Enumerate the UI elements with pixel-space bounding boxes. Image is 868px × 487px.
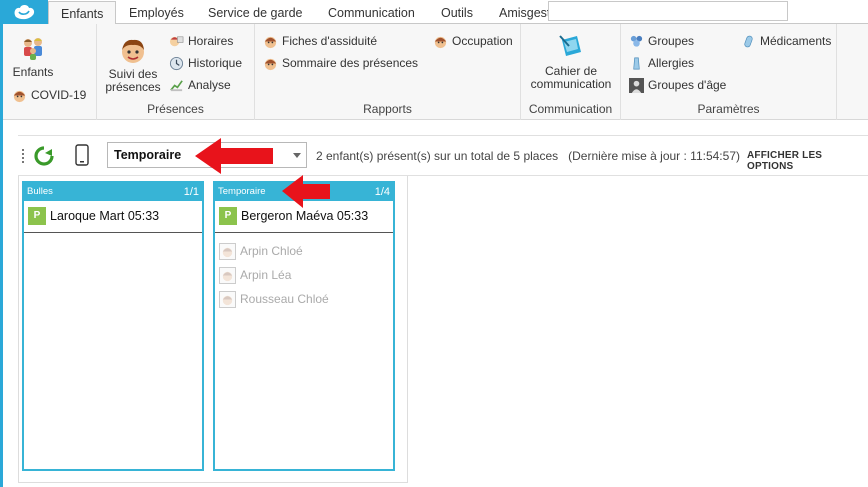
occupation-button[interactable]: Occupation xyxy=(433,32,513,50)
app-logo-tab[interactable] xyxy=(0,0,48,24)
tab-bar: Enfants Employés Service de garde Commun… xyxy=(0,0,868,25)
chevron-down-icon xyxy=(293,153,301,158)
groupes-age-label: Groupes d'âge xyxy=(648,78,727,92)
child-name: Laroque Mart 05:33 xyxy=(50,209,160,223)
sommaire-presences-button[interactable]: Sommaire des présences xyxy=(263,54,418,72)
child-name: Rousseau Chloé xyxy=(240,292,329,306)
ribbon-group-presences: Suivi des présences Horaires Historique … xyxy=(97,24,255,120)
annotation-arrow-left-icon xyxy=(195,138,273,174)
panel-count: 1/1 xyxy=(183,186,199,198)
present-child-row[interactable]: P Laroque Mart 05:33 xyxy=(24,205,202,227)
group-panel-bulles: Bulles 1/1 P Laroque Mart 05:33 xyxy=(22,181,204,471)
absent-child-row[interactable]: Arpin Léa xyxy=(215,263,393,287)
analyse-button[interactable]: Analyse xyxy=(169,76,231,94)
child-name: Arpin Léa xyxy=(240,268,292,282)
present-badge: P xyxy=(28,207,46,225)
historique-button[interactable]: Historique xyxy=(169,54,242,72)
group-panel-temporaire: Temporaire 1/4 P Bergeron Maéva 05:33 Ar… xyxy=(213,181,395,471)
communication-group-label: Communication xyxy=(528,102,613,116)
fiches-assiduite-button[interactable]: Fiches d'assiduité xyxy=(263,32,377,50)
schedule-icon xyxy=(169,36,184,46)
horaires-button[interactable]: Horaires xyxy=(169,32,233,50)
child-face-icon xyxy=(264,58,277,70)
panel-divider xyxy=(215,232,393,233)
child-face-icon xyxy=(264,36,277,48)
search-input[interactable] xyxy=(548,1,788,21)
notebook-icon xyxy=(559,35,581,56)
show-options-button[interactable]: AFFICHER LES OPTIONS xyxy=(747,150,868,172)
horaires-label: Horaires xyxy=(188,34,234,48)
ribbon-group-parametres: Groupes Allergies Groupes d'âge Médicame… xyxy=(621,24,837,120)
refresh-icon[interactable] xyxy=(33,145,55,167)
child-face-icon xyxy=(434,36,447,48)
analyse-label: Analyse xyxy=(188,78,231,92)
tab-outils[interactable]: Outils xyxy=(429,0,485,24)
sommaire-label: Sommaire des présences xyxy=(282,56,419,70)
annotation-arrow-left-icon xyxy=(282,175,330,208)
enfants-button[interactable]: Enfants xyxy=(9,34,57,79)
ribbon-group-enfants: Enfants COVID-19 xyxy=(3,24,97,120)
cahier-label-line2: communication xyxy=(530,77,612,91)
tab-employes[interactable]: Employés xyxy=(117,0,196,24)
child-placeholder-icon xyxy=(219,242,236,260)
ribbon-group-communication: Cahier de communication Communication xyxy=(521,24,621,120)
group-select-value: Temporaire xyxy=(114,148,182,162)
allergies-button[interactable]: Allergies xyxy=(629,54,694,72)
child-face-icon xyxy=(13,90,26,102)
fiches-label: Fiches d'assiduité xyxy=(282,34,378,48)
cahier-communication-button[interactable]: Cahier de communication xyxy=(523,32,619,91)
suivi-presences-button[interactable]: Suivi des présences xyxy=(103,36,163,94)
enfants-label: Enfants xyxy=(12,65,54,79)
parametres-group-label: Paramètres xyxy=(697,102,760,116)
ribbon-group-rapports: Fiches d'assiduité Sommaire des présence… xyxy=(255,24,521,120)
tab-service-de-garde[interactable]: Service de garde xyxy=(196,0,315,24)
tab-communication[interactable]: Communication xyxy=(316,0,427,24)
panel-divider xyxy=(24,232,202,233)
child-placeholder-icon xyxy=(219,290,236,308)
panel-title: Bulles xyxy=(27,186,53,197)
absent-child-row[interactable]: Arpin Chloé xyxy=(215,239,393,263)
boy-face-icon xyxy=(122,39,144,63)
medication-icon xyxy=(744,35,753,47)
present-badge: P xyxy=(219,207,237,225)
suivi-label-line2: présences xyxy=(105,80,161,94)
history-icon xyxy=(169,56,184,70)
ribbon: Enfants COVID-19 Suivi des présences Hor… xyxy=(3,24,868,120)
groups-icon xyxy=(630,35,643,47)
children-group-icon xyxy=(24,38,42,60)
historique-label: Historique xyxy=(188,56,243,70)
groupes-label: Groupes xyxy=(648,34,695,48)
medicaments-button[interactable]: Médicaments xyxy=(741,32,831,50)
child-name: Arpin Chloé xyxy=(240,244,303,258)
covid-button[interactable]: COVID-19 xyxy=(12,86,86,104)
allergy-icon xyxy=(633,57,640,69)
panel-title: Temporaire xyxy=(218,186,266,197)
absent-child-row[interactable]: Rousseau Chloé xyxy=(215,287,393,311)
toolbar-grip[interactable] xyxy=(22,149,25,165)
presences-group-label: Présences xyxy=(147,102,204,116)
medicaments-label: Médicaments xyxy=(760,34,832,48)
app-logo-icon xyxy=(14,5,35,20)
rapports-group-label: Rapports xyxy=(363,102,412,116)
groupes-age-button[interactable]: Groupes d'âge xyxy=(629,76,726,94)
groupes-button[interactable]: Groupes xyxy=(629,32,694,50)
occupation-label: Occupation xyxy=(452,34,513,48)
attendance-toolbar: Temporaire 2 enfant(s) présent(s) sur un… xyxy=(18,135,868,176)
tab-amisgest[interactable]: Amisgest xyxy=(487,0,550,24)
child-name: Bergeron Maéva 05:33 xyxy=(241,209,369,223)
covid-label: COVID-19 xyxy=(31,88,87,102)
analysis-icon xyxy=(170,79,183,91)
silhouette-icon xyxy=(629,77,644,93)
panel-count: 1/4 xyxy=(374,186,390,198)
panel-header: Bulles 1/1 xyxy=(24,183,202,201)
child-placeholder-icon xyxy=(219,266,236,284)
attendance-status-text: 2 enfant(s) présent(s) sur un total de 5… xyxy=(316,149,740,163)
allergies-label: Allergies xyxy=(648,56,695,70)
tab-enfants[interactable]: Enfants xyxy=(48,1,117,25)
mobile-phone-icon[interactable] xyxy=(75,144,89,166)
